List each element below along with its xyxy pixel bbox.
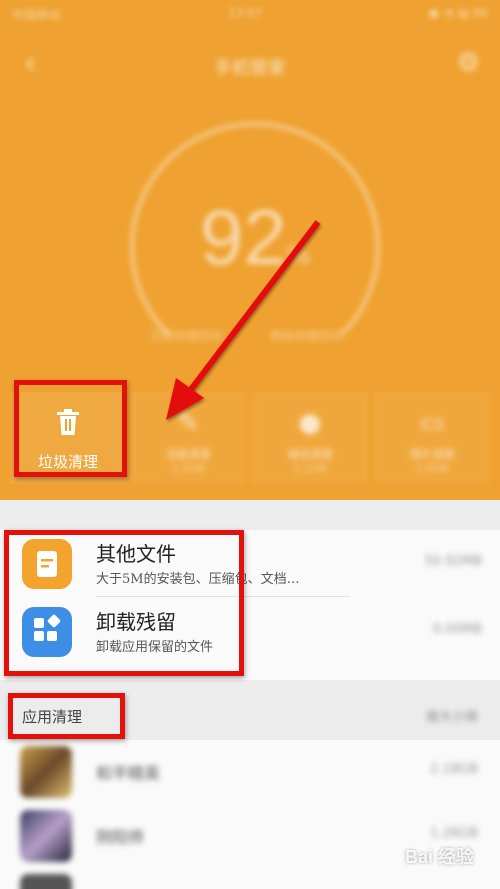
annotation-arrow bbox=[166, 220, 321, 420]
watermark-logo: Bai 经验 bbox=[404, 847, 474, 867]
